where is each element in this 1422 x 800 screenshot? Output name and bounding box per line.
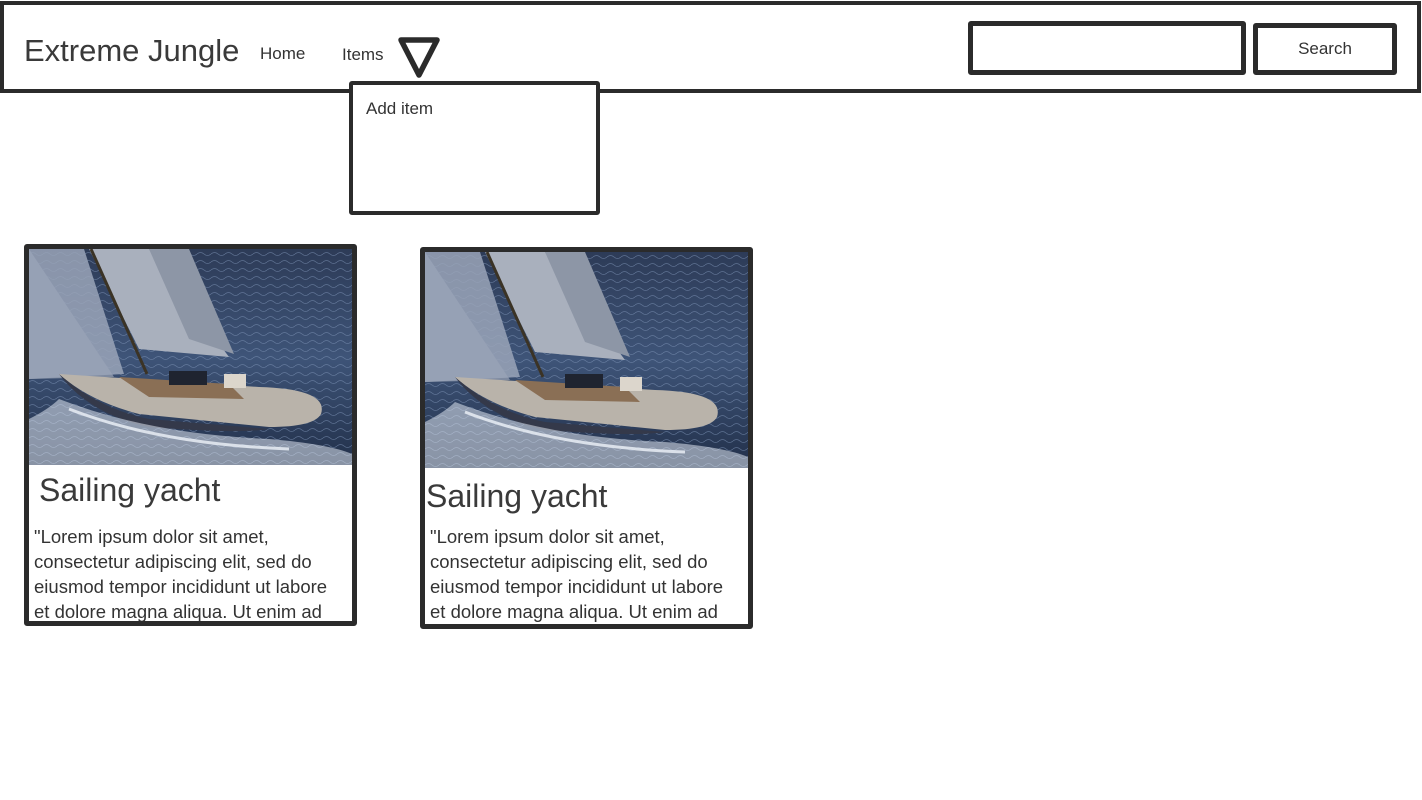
product-card[interactable]: Sailing yacht "Lorem ipsum dolor sit ame… (24, 244, 357, 626)
nav-items-link[interactable]: Items (342, 45, 384, 65)
search-input[interactable] (968, 21, 1246, 75)
items-dropdown-menu: Add item (349, 81, 600, 215)
product-card[interactable]: Sailing yacht "Lorem ipsum dolor sit ame… (420, 247, 753, 629)
top-navbar: Extreme Jungle Home Items Search (0, 1, 1421, 93)
nav-home-link[interactable]: Home (260, 44, 305, 64)
card-title: Sailing yacht (426, 478, 608, 514)
search-button[interactable]: Search (1253, 23, 1397, 75)
brand-title[interactable]: Extreme Jungle (24, 33, 239, 69)
card-description: "Lorem ipsum dolor sit amet, consectetur… (34, 526, 328, 622)
dropdown-toggle-icon[interactable] (396, 35, 442, 79)
menu-item-add-item[interactable]: Add item (366, 99, 433, 119)
sailing-yacht-image (425, 252, 748, 468)
sailing-yacht-image (29, 249, 352, 465)
card-description: "Lorem ipsum dolor sit amet, consectetur… (430, 526, 724, 622)
card-title: Sailing yacht (39, 472, 221, 508)
